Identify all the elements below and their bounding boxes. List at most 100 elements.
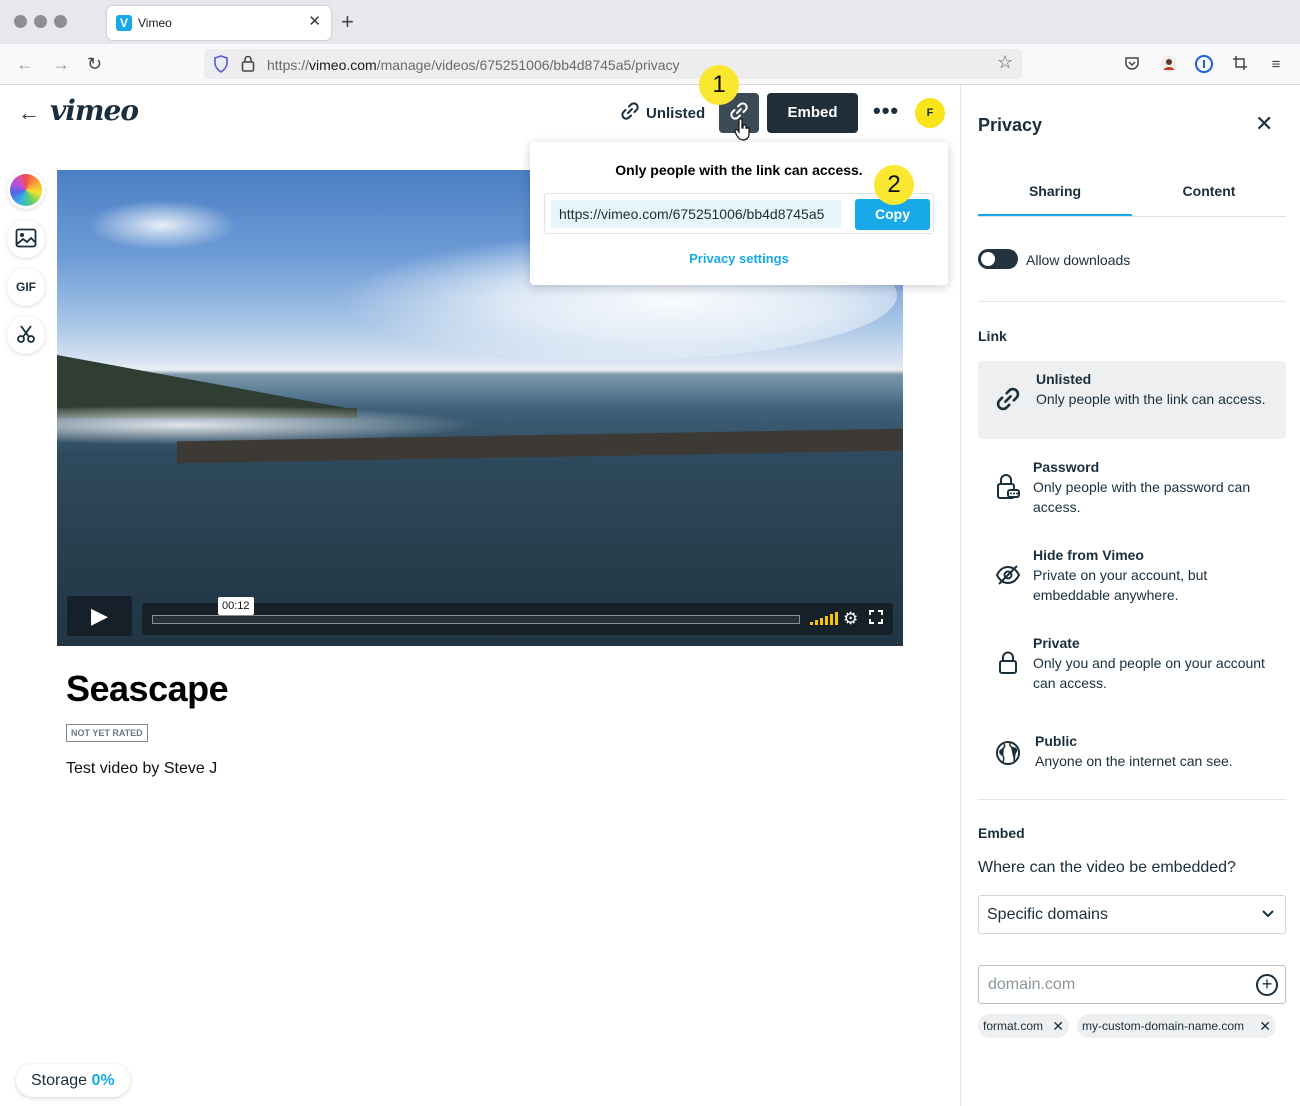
video-frame-hill — [57, 355, 357, 410]
link-section-label: Link — [978, 328, 1007, 344]
volume-icon[interactable] — [810, 612, 838, 625]
eye-off-icon — [992, 559, 1024, 591]
embed-location-select[interactable]: Specific domains — [978, 895, 1286, 934]
toggle-knob — [981, 252, 995, 266]
domain-placeholder: domain.com — [988, 976, 1076, 993]
step-badge-1: 1 — [699, 65, 739, 105]
bookmark-star-icon[interactable]: ☆ — [997, 52, 1013, 73]
browser-titlebar: V Vimeo ✕ + — [0, 0, 1300, 44]
vimeo-favicon-icon: V — [116, 15, 132, 31]
browser-tab[interactable]: V Vimeo ✕ — [107, 6, 331, 40]
rating-badge[interactable]: NOT YET RATED — [66, 724, 148, 742]
tab-sharing[interactable]: Sharing — [978, 183, 1132, 199]
user-avatar[interactable]: F — [915, 98, 945, 128]
shield-icon[interactable] — [213, 55, 229, 77]
embed-select-value: Specific domains — [987, 906, 1108, 923]
remove-domain-icon[interactable]: ✕ — [1052, 1014, 1064, 1038]
menu-icon[interactable]: ≡ — [1266, 55, 1286, 75]
settings-gear-icon[interactable]: ⚙ — [843, 609, 858, 629]
privacy-status-label: Unlisted — [646, 104, 706, 122]
globe-icon — [992, 737, 1024, 769]
option-title: Hide from Vimeo — [1033, 547, 1144, 563]
scissors-icon — [16, 324, 36, 347]
link-icon — [992, 383, 1024, 415]
privacy-option-private[interactable]: Private Only you and people on your acco… — [978, 625, 1286, 703]
window-close-dot[interactable] — [14, 15, 27, 28]
domain-chip: format.com ✕ — [978, 1014, 1069, 1038]
padlock-icon[interactable] — [241, 55, 255, 76]
hand-cursor-icon — [734, 118, 750, 141]
player-controls: ▶ 00:12 ⚙ — [67, 596, 893, 636]
play-button[interactable]: ▶ — [67, 596, 132, 636]
privacy-panel: Privacy ✕ Sharing Content Allow download… — [960, 85, 1300, 1106]
time-tooltip: 00:12 — [218, 597, 254, 615]
domain-chip-label: my-custom-domain-name.com — [1082, 1019, 1245, 1033]
fullscreen-icon[interactable] — [869, 610, 883, 628]
tab-close-icon[interactable]: ✕ — [308, 12, 321, 30]
allow-downloads-label: Allow downloads — [1026, 252, 1131, 268]
privacy-option-public[interactable]: Public Anyone on the internet can see. — [978, 723, 1286, 801]
new-tab-icon[interactable]: + — [341, 9, 354, 35]
tab-title: Vimeo — [138, 16, 172, 30]
embed-question: Where can the video be embedded? — [978, 859, 1236, 876]
thumbnail-tool-button[interactable] — [7, 220, 45, 258]
more-options-button[interactable]: ••• — [873, 98, 899, 124]
panel-tabs: Sharing Content — [978, 177, 1286, 217]
share-link-field: https://vimeo.com/675251006/bb4d8745a5 C… — [544, 193, 934, 234]
tab-content[interactable]: Content — [1132, 183, 1286, 199]
profile-avatar-icon[interactable] — [1159, 55, 1179, 75]
option-desc: Only people with the password can access… — [1033, 479, 1251, 515]
option-desc: Only you and people on your account can … — [1033, 655, 1265, 691]
gif-tool-button[interactable]: GIF — [7, 268, 45, 306]
domain-chip: my-custom-domain-name.com ✕ — [1077, 1014, 1276, 1038]
password-lock-icon — [992, 471, 1024, 503]
embed-button[interactable]: Embed — [767, 93, 858, 133]
video-description: Test video by Steve J — [66, 760, 218, 777]
control-bar: 00:12 ⚙ — [142, 597, 893, 635]
close-icon[interactable]: ✕ — [1255, 111, 1273, 137]
divider — [978, 301, 1286, 302]
vimeo-logo[interactable]: vimeo — [50, 94, 139, 127]
domain-input[interactable]: domain.com + — [978, 965, 1286, 1004]
remove-domain-icon[interactable]: ✕ — [1259, 1014, 1271, 1038]
forward-icon[interactable]: → — [52, 54, 70, 74]
crop-icon[interactable] — [1230, 55, 1250, 75]
divider — [978, 799, 1286, 800]
allow-downloads-toggle[interactable] — [978, 249, 1018, 269]
option-title: Public — [1035, 733, 1078, 749]
video-title: Seascape — [66, 668, 229, 709]
option-title: Private — [1033, 635, 1080, 651]
chevron-down-icon — [1261, 896, 1275, 933]
pocket-icon[interactable] — [1122, 55, 1142, 75]
domain-chip-label: format.com — [983, 1019, 1044, 1033]
trim-tool-button[interactable] — [7, 316, 45, 354]
option-title: Password — [1033, 459, 1100, 475]
embed-section-label: Embed — [978, 825, 1025, 841]
privacy-option-unlisted[interactable]: Unlisted Only people with the link can a… — [978, 361, 1286, 439]
window-minimize-dot[interactable] — [34, 15, 47, 28]
privacy-settings-link[interactable]: Privacy settings — [530, 251, 948, 266]
option-desc: Anyone on the internet can see. — [1035, 753, 1233, 769]
storage-indicator[interactable]: Storage 0% — [16, 1064, 130, 1097]
window-zoom-dot[interactable] — [54, 15, 67, 28]
color-tool-button[interactable] — [7, 171, 45, 209]
address-bar[interactable]: https://vimeo.com/manage/videos/67525100… — [204, 49, 1022, 79]
privacy-option-password[interactable]: Password Only people with the password c… — [978, 449, 1286, 527]
panel-title: Privacy — [978, 115, 1043, 135]
add-domain-icon[interactable]: + — [1256, 974, 1278, 996]
back-arrow-icon[interactable]: ← — [18, 100, 40, 126]
reload-icon[interactable]: ↻ — [87, 54, 102, 74]
active-tab-indicator — [978, 214, 1132, 216]
progress-bar[interactable] — [152, 615, 800, 624]
privacy-option-hide-from-vimeo[interactable]: Hide from Vimeo Private on your account,… — [978, 537, 1286, 615]
url-text: https://vimeo.com/manage/videos/67525100… — [267, 57, 680, 73]
lock-icon — [992, 647, 1024, 679]
password-manager-icon[interactable] — [1194, 55, 1214, 75]
privacy-status-button[interactable]: Unlisted — [620, 100, 705, 126]
video-frame-cloud — [87, 200, 237, 250]
option-desc: Private on your account, but embeddable … — [1033, 567, 1208, 603]
image-icon — [15, 228, 37, 251]
option-title: Unlisted — [1036, 371, 1092, 387]
share-link-url[interactable]: https://vimeo.com/675251006/bb4d8745a5 — [551, 200, 841, 228]
back-icon[interactable]: ← — [16, 54, 34, 74]
